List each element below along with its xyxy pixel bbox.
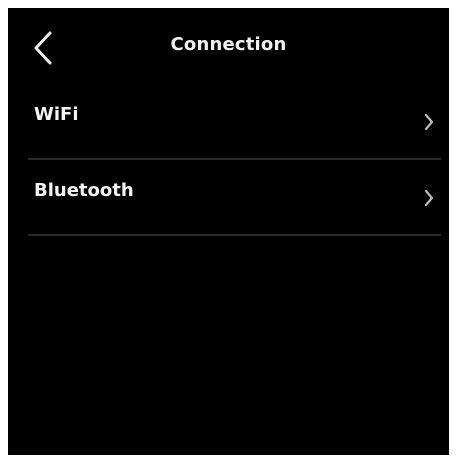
menu-item-label: WiFi — [34, 104, 79, 125]
menu-item-label: Bluetooth — [34, 180, 134, 201]
device-screen: Connection WiFi Bluetooth — [8, 8, 449, 455]
chevron-right-icon — [423, 112, 435, 132]
page-title: Connection — [170, 34, 287, 55]
menu-item-wifi[interactable]: WiFi — [28, 84, 441, 160]
menu-item-bluetooth[interactable]: Bluetooth — [28, 160, 441, 236]
header-bar: Connection — [8, 8, 449, 84]
divider — [28, 234, 441, 236]
connection-menu-list: WiFi Bluetooth — [28, 84, 441, 236]
chevron-right-icon — [423, 188, 435, 208]
